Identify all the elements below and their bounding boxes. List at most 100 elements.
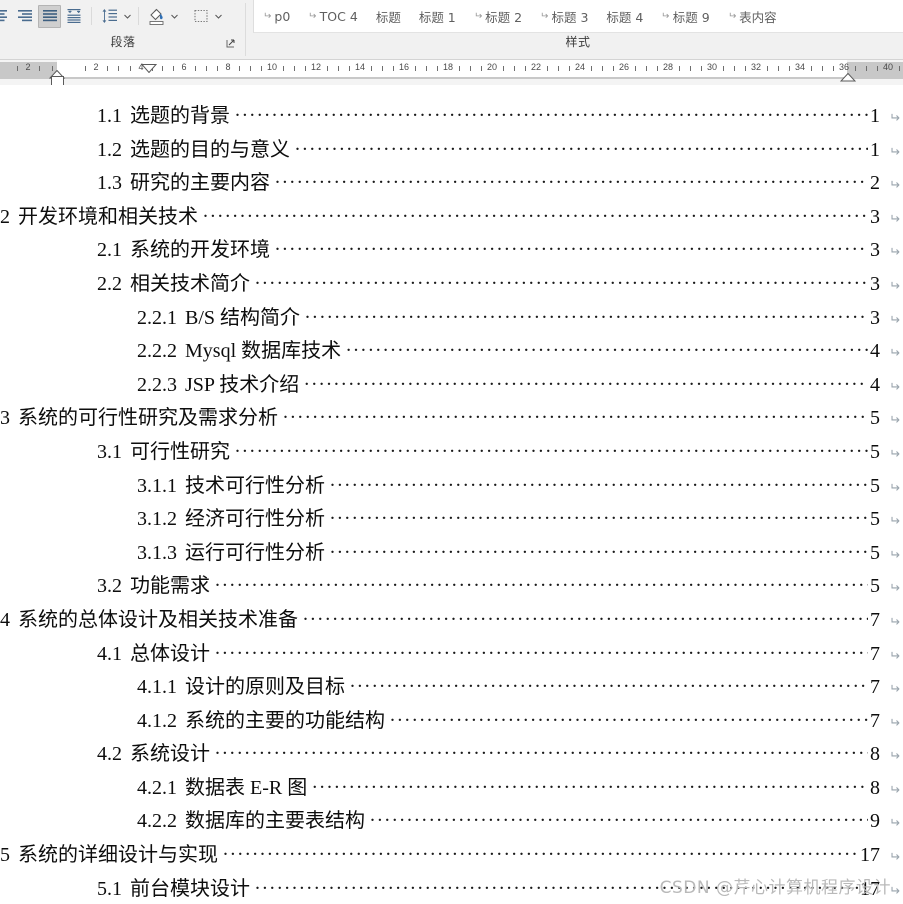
ruler-tick-mark xyxy=(415,66,416,71)
align-right-icon[interactable] xyxy=(13,5,36,28)
toc-entry-number: 1.2 xyxy=(97,138,122,161)
style-item-biaoti-4[interactable]: 标题 4 xyxy=(597,1,652,32)
paragraph-mark-icon: ↵ xyxy=(889,547,900,563)
toc-entry-number: 3.1.1 xyxy=(137,474,177,497)
borders-split-button[interactable] xyxy=(188,5,224,28)
ruler-tick-mark xyxy=(811,66,812,71)
toc-entry[interactable]: 3 系统的可行性研究及需求分析..........................… xyxy=(0,401,903,435)
toc-entry-page-number: 4 xyxy=(870,340,880,363)
toc-entry-title: 选题的目的与意义 xyxy=(130,138,290,161)
paragraph-dialog-launcher[interactable] xyxy=(226,38,238,50)
ruler-tick-mark xyxy=(118,66,119,71)
toc-entry[interactable]: 4 系统的总体设计及相关技术准备.........................… xyxy=(0,603,903,637)
toc-entry[interactable]: 2.2.2 Mysql 数据库技术........................… xyxy=(0,334,903,368)
paragraph-group-label: 段落 xyxy=(110,35,136,49)
paragraph-mark-icon: ↵ xyxy=(889,850,900,866)
tab-stop-marker[interactable] xyxy=(140,60,158,78)
toc-entry[interactable]: 5 系统的详细设计与实现.............................… xyxy=(0,838,903,872)
shading-chevron-down-icon[interactable] xyxy=(169,5,180,28)
toc-entry-page-number: 17 xyxy=(860,844,880,867)
toc-entry[interactable]: 4.2 系统设计.................................… xyxy=(0,737,903,771)
align-center-icon[interactable] xyxy=(0,5,11,28)
style-gallery[interactable]: ↵ p0 ↵ TOC 4 标题 标题 1 ↵ 标题 2 ↵ 标题 3 标题 4 … xyxy=(253,0,903,33)
toc-leader-dots: ........................................… xyxy=(390,706,868,726)
toc-entry[interactable]: 3.2 功能需求.................................… xyxy=(0,569,903,603)
style-item-biaoti-3[interactable]: ↵ 标题 3 xyxy=(531,1,597,32)
ruler-tick-mark xyxy=(613,66,614,71)
toc-entry[interactable]: 5.1 前台模块设计...............................… xyxy=(0,872,903,904)
toc-leader-dots: ........................................… xyxy=(330,505,868,525)
toc-entry[interactable]: 1.3 研究的主要内容..............................… xyxy=(0,166,903,200)
borders-chevron-down-icon[interactable] xyxy=(213,5,224,28)
toc-entry[interactable]: 2.2.1 B/S 结构简介...........................… xyxy=(0,301,903,335)
ruler-tick-mark xyxy=(657,66,658,71)
style-item-biaoti-9[interactable]: ↵ 标题 9 xyxy=(652,1,718,32)
style-item-biaoti-1[interactable]: 标题 1 xyxy=(410,1,465,32)
toc-leader-dots: ........................................… xyxy=(275,169,868,189)
toc-entry-title: 相关技术简介 xyxy=(130,272,250,295)
toc-entry[interactable]: 4.1.2 系统的主要的功能结构.........................… xyxy=(0,704,903,738)
toc-entry[interactable]: 3.1 可行性研究................................… xyxy=(0,435,903,469)
toc-leader-dots: ........................................… xyxy=(235,102,868,121)
table-of-contents[interactable]: 1.1 选题的背景................................… xyxy=(0,99,903,904)
paragraph-mark-icon: ↵ xyxy=(889,178,900,194)
line-spacing-icon[interactable] xyxy=(98,5,121,28)
toc-entry[interactable]: 1.1 选题的背景................................… xyxy=(0,99,903,133)
toc-entry[interactable]: 2.2.3 JSP 技术介绍...........................… xyxy=(0,368,903,402)
toc-entry[interactable]: 2.2 相关技术简介...............................… xyxy=(0,267,903,301)
paragraph-toolbar-row xyxy=(0,3,225,29)
toc-entry-title: 系统的详细设计与实现 xyxy=(18,844,218,867)
toc-entry-number: 4.2 xyxy=(97,743,122,766)
toc-entry[interactable]: 4.2.1 数据表 E-R 图..........................… xyxy=(0,771,903,805)
toc-entry[interactable]: 4.1 总体设计.................................… xyxy=(0,637,903,671)
style-item-toc-4[interactable]: ↵ TOC 4 xyxy=(299,1,367,32)
toc-entry-page-number: 3 xyxy=(870,239,880,262)
toc-entry-title: 设计的原则及目标 xyxy=(185,676,345,699)
toc-entry[interactable]: 4.2.2 数据库的主要表结构..........................… xyxy=(0,804,903,838)
borders-icon[interactable] xyxy=(189,5,212,28)
toc-entry-number: 1.1 xyxy=(97,105,122,127)
toc-entry-page-number: 5 xyxy=(870,407,880,430)
justify-icon[interactable] xyxy=(38,4,61,28)
horizontal-ruler[interactable]: 2 2 4 6 8 10 12 14 16 18 20 22 24 26 28 30 32 34 36 40 xyxy=(0,60,903,87)
style-item-biaoti-2[interactable]: ↵ 标题 2 xyxy=(465,1,531,32)
distributed-icon[interactable] xyxy=(63,5,86,28)
toc-entry[interactable]: 1.2 选题的目的与意义.............................… xyxy=(0,133,903,167)
style-label: 标题 4 xyxy=(606,9,644,25)
toc-leader-dots: ........................................… xyxy=(350,673,868,693)
ruler-tick-mark xyxy=(195,66,196,71)
toc-entry[interactable]: 2.1 系统的开发环境..............................… xyxy=(0,233,903,267)
toc-entry-number: 4.2.2 xyxy=(137,810,177,833)
toc-entry[interactable]: 3.1.2 经济可行性分析............................… xyxy=(0,502,903,536)
style-item-biao-neirong[interactable]: ↵ 表内容 xyxy=(719,1,786,32)
toc-entry-number: 1.3 xyxy=(97,172,122,195)
style-item-p0[interactable]: ↵ p0 xyxy=(254,1,299,32)
toc-entry-number: 4 xyxy=(0,608,10,631)
shading-icon[interactable] xyxy=(145,5,168,28)
toc-entry-number: 4.1.1 xyxy=(137,676,177,699)
toc-entry-title: 功能需求 xyxy=(130,575,210,598)
paragraph-mark-icon: ↵ xyxy=(889,883,900,899)
paragraph-mark-icon: ↵ xyxy=(889,816,900,832)
ruler-tick-mark xyxy=(734,66,735,71)
ruler-number: 30 xyxy=(706,62,718,72)
toc-entry-title: 数据库的主要表结构 xyxy=(185,810,365,833)
line-spacing-split-button[interactable] xyxy=(97,5,133,28)
shading-split-button[interactable] xyxy=(144,5,180,28)
toc-entry-number: 2 xyxy=(0,205,10,228)
ribbon-group-styles: ↵ p0 ↵ TOC 4 标题 标题 1 ↵ 标题 2 ↵ 标题 3 标题 4 … xyxy=(253,0,903,59)
toc-entry[interactable]: 2 开发环境和相关技术..............................… xyxy=(0,200,903,234)
toc-entry[interactable]: 3.1.3 运行可行性分析............................… xyxy=(0,536,903,570)
toc-entry[interactable]: 3.1.1 技术可行性分析............................… xyxy=(0,469,903,503)
toc-entry-title: 研究的主要内容 xyxy=(130,172,270,195)
document-canvas[interactable]: 1.1 选题的背景................................… xyxy=(0,85,903,904)
toc-entry-number: 2.2.3 xyxy=(137,373,177,396)
toc-entry[interactable]: 4.1.1 设计的原则及目标...........................… xyxy=(0,670,903,704)
style-item-biaoti[interactable]: 标题 xyxy=(367,1,410,32)
line-spacing-chevron-down-icon[interactable] xyxy=(122,5,133,28)
ruler-number: 22 xyxy=(530,62,542,72)
toc-entry-number: 3.1 xyxy=(97,440,122,463)
toc-leader-dots: ........................................… xyxy=(330,471,868,491)
ruler-tick-mark xyxy=(547,66,548,71)
toolbar-divider xyxy=(91,7,92,25)
